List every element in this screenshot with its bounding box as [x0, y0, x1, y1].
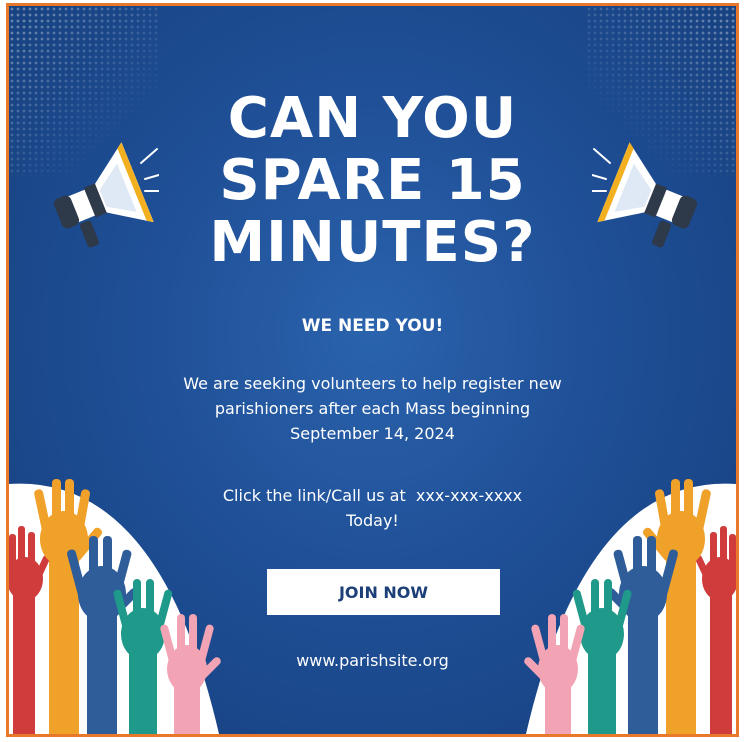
subhead: WE NEED YOU!: [301, 316, 444, 336]
headline-line: MINUTES?: [209, 210, 536, 275]
join-now-button[interactable]: JOIN NOW: [267, 569, 500, 615]
poster: CAN YOU SPARE 15 MINUTES? WE NEED YOU! W…: [6, 3, 739, 737]
headline: CAN YOU SPARE 15 MINUTES?: [9, 88, 736, 274]
description-line: parishioners after each Mass beginning: [214, 399, 531, 418]
raised-hands-illustration: [524, 479, 736, 734]
headline-line: SPARE 15: [219, 148, 526, 213]
raised-hands-illustration: [9, 479, 221, 734]
headline-line: CAN YOU: [227, 86, 518, 151]
description-line: We are seeking volunteers to help regist…: [183, 374, 562, 393]
description-line: September 14, 2024: [290, 424, 455, 443]
description: We are seeking volunteers to help regist…: [9, 371, 736, 446]
